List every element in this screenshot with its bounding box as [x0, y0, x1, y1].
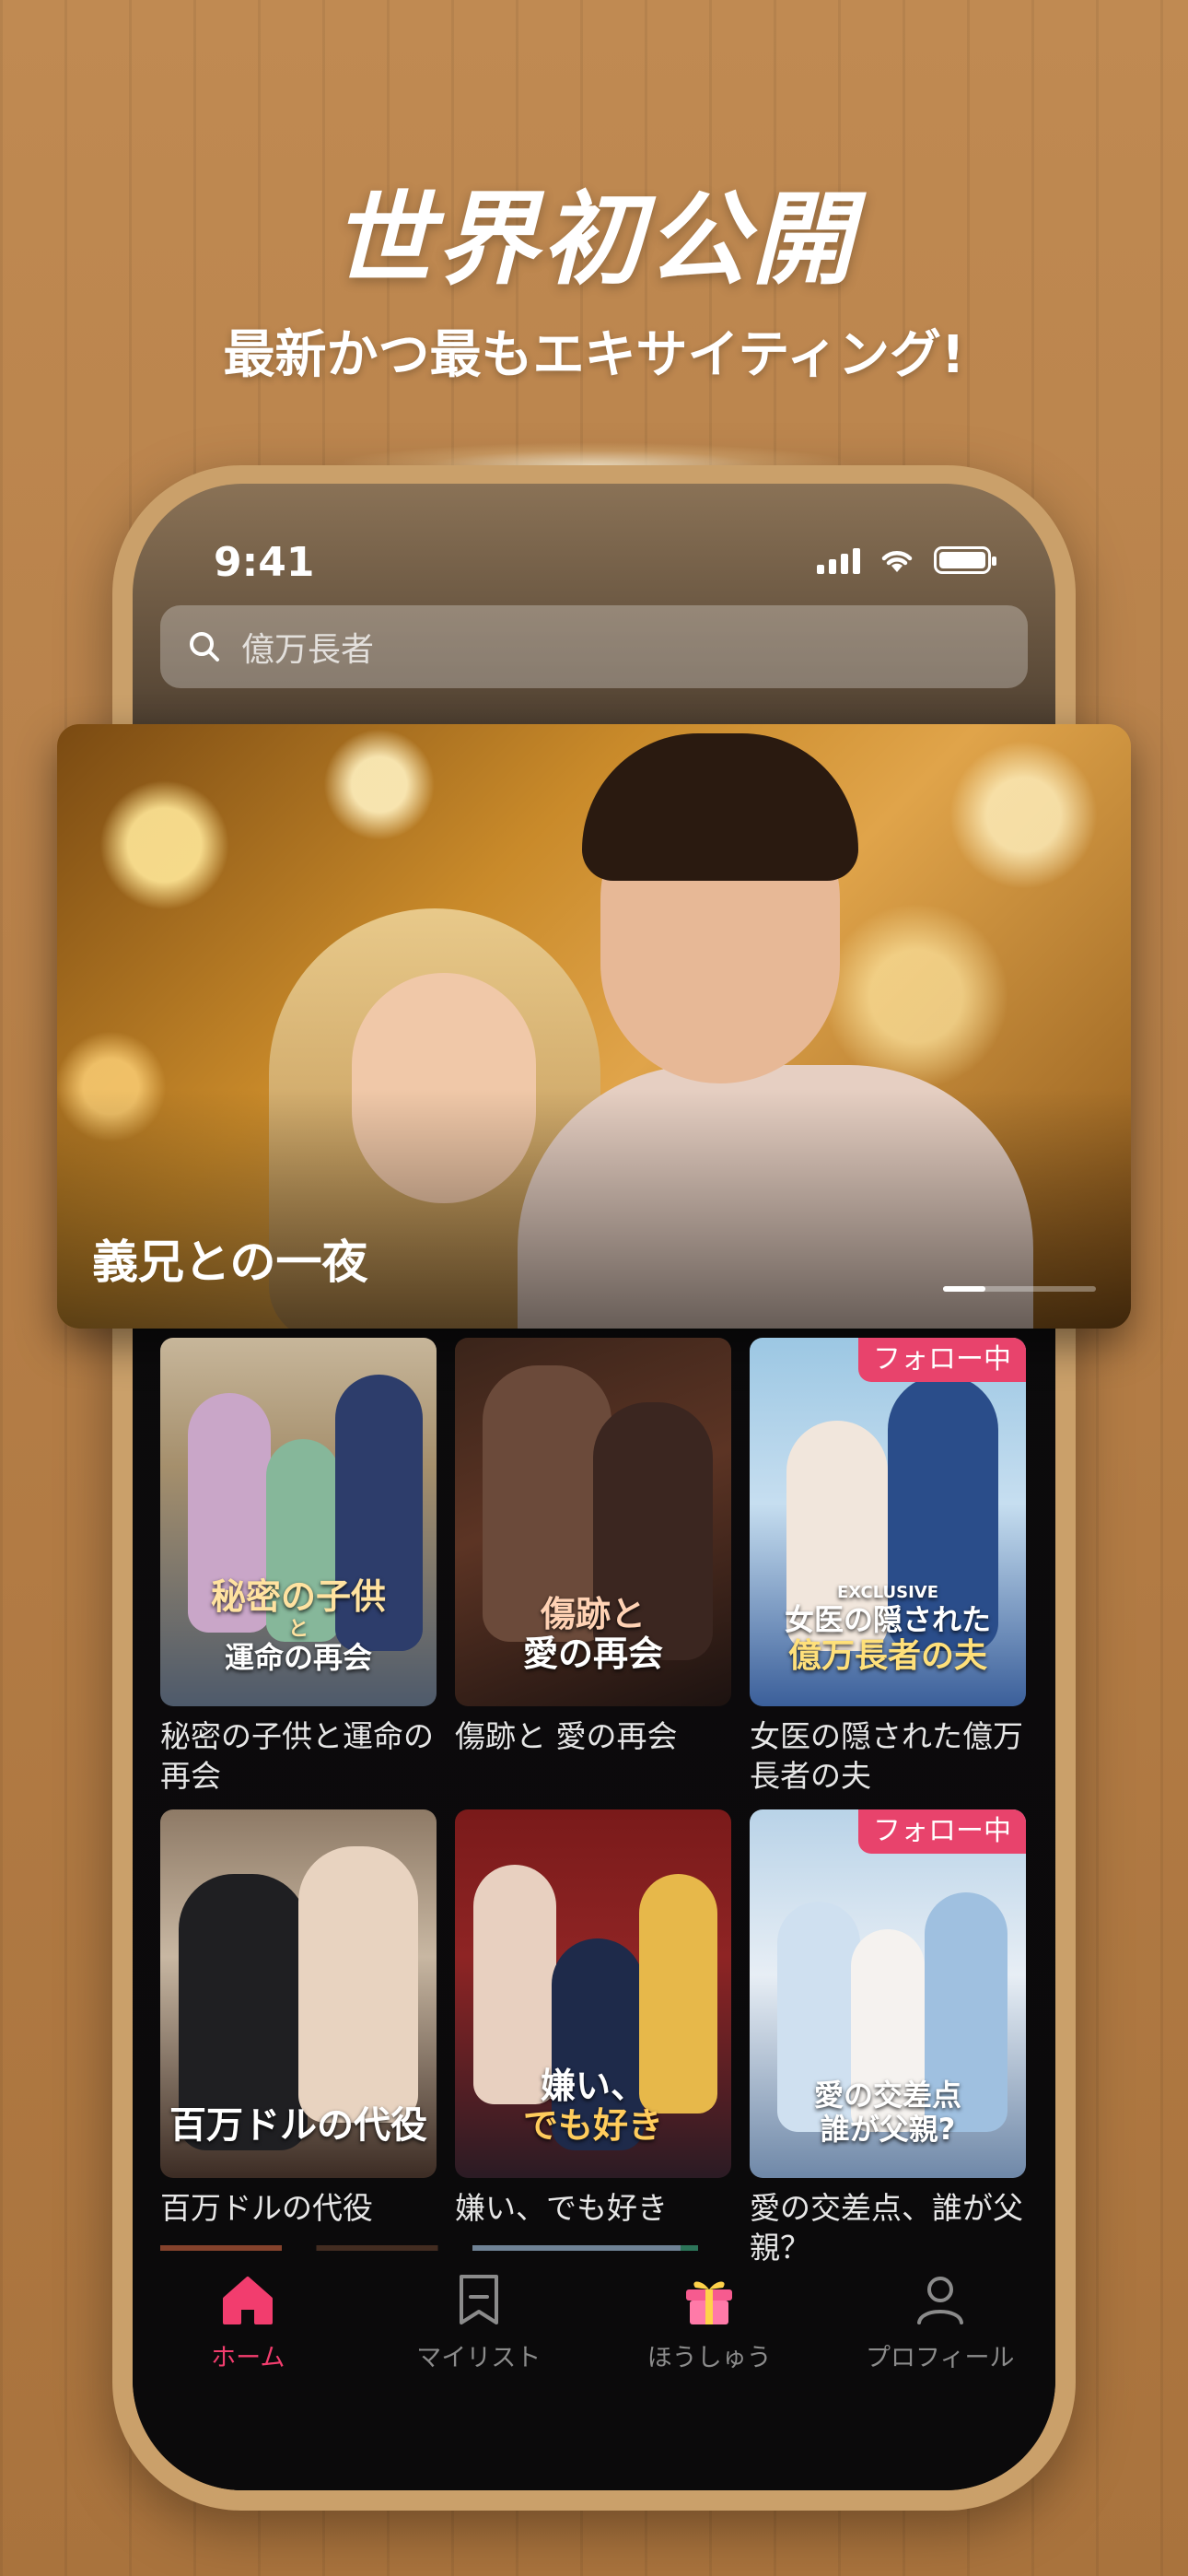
tab-rewards-label: ほうしゅう [646, 2344, 772, 2372]
tab-mylist[interactable]: マイリスト [364, 2251, 595, 2490]
drama-title: 女医の隠された億万長者の夫 [750, 1718, 1023, 1794]
tab-profile-label: プロフィール [866, 2344, 1015, 2372]
home-icon [223, 2277, 274, 2324]
bookmark-icon [459, 2275, 498, 2324]
hero-title: 義兄との一夜 [92, 1235, 368, 1289]
poster-thumbnail: 嫌い、 でも好き [455, 1809, 731, 2178]
promo-subline: 最新かつ最もエキサイティング! [223, 325, 965, 385]
following-badge: フォロー中 [858, 1338, 1026, 1382]
drama-title: 傷跡と 愛の再会 [455, 1718, 678, 1754]
gift-icon [686, 2281, 733, 2324]
poster-caption: 傷跡と 愛の再会 [522, 1593, 663, 1675]
poster-caption: 百万ドルの代役 [169, 2104, 427, 2147]
search-placeholder: 億万長者 [241, 631, 375, 669]
tab-mylist-label: マイリスト [416, 2344, 542, 2372]
drama-card[interactable]: 秘密の子供 と 運命の再会 秘密の子供と運命の再会 [160, 1338, 437, 1797]
status-time: 9:41 [214, 539, 315, 586]
drama-title: 嫌い、でも好き [455, 2190, 668, 2226]
poster-thumbnail: 愛の交差点 誰が父親? フォロー中 [750, 1809, 1026, 2178]
status-bar: 9:41 [133, 521, 1055, 613]
tab-bar: ホーム マイリスト ほうしゅう プロフィール [133, 2245, 1056, 2490]
poster-caption: 秘密の子供 と 運命の再会 [210, 1576, 386, 1676]
drama-card[interactable]: 百万ドルの代役 百万ドルの代役 [160, 1809, 437, 2229]
poster-thumbnail: 傷跡と 愛の再会 [455, 1338, 731, 1706]
tab-profile[interactable]: プロフィール [825, 2251, 1056, 2490]
poster-caption: 愛の交差点 誰が父親? [813, 2078, 961, 2148]
drama-card[interactable]: EXCLUSIVE 女医の隠された 億万長者の夫 フォロー中 女医の隠された億万… [750, 1338, 1026, 1797]
poster-thumbnail: EXCLUSIVE 女医の隠された 億万長者の夫 フォロー中 [750, 1338, 1026, 1706]
drama-title: 百万ドルの代役 [160, 2190, 373, 2226]
following-badge: フォロー中 [858, 1809, 1026, 1854]
status-icons [817, 546, 996, 574]
hero-figure-man-hair [582, 733, 858, 881]
battery-icon [934, 546, 996, 574]
search-icon [190, 632, 219, 662]
poster-thumbnail: 秘密の子供 と 運命の再会 [160, 1338, 437, 1706]
hero-banner[interactable]: 義兄との一夜 [57, 724, 1131, 1329]
tab-rewards[interactable]: ほうしゅう [594, 2251, 825, 2490]
carousel-indicator [943, 1286, 1096, 1292]
poster-thumbnail: 百万ドルの代役 [160, 1809, 437, 2178]
poster-caption: EXCLUSIVE 女医の隠された 億万長者の夫 [784, 1583, 991, 1675]
drama-card[interactable]: 愛の交差点 誰が父親? フォロー中 愛の交差点、誰が父親？ [750, 1809, 1026, 2268]
search-bar[interactable]: 億万長者 [160, 605, 1028, 688]
profile-icon [916, 2277, 963, 2324]
drama-title: 秘密の子供と運命の再会 [160, 1718, 434, 1794]
wifi-icon [881, 551, 913, 572]
drama-card[interactable]: 傷跡と 愛の再会 傷跡と 愛の再会 [455, 1338, 731, 1757]
drama-title: 愛の交差点、誰が父親？ [750, 2190, 1023, 2266]
signal-icon [817, 546, 860, 574]
tab-home[interactable]: ホーム [133, 2251, 364, 2490]
promo-headline: 世界初公開 [332, 181, 856, 299]
hero-shade [57, 1089, 1131, 1329]
poster-caption: 嫌い、 でも好き [522, 2065, 663, 2147]
drama-card[interactable]: 嫌い、 でも好き 嫌い、でも好き [455, 1809, 731, 2229]
poster-figure [298, 1846, 418, 2123]
tab-home-label: ホーム [211, 2344, 285, 2372]
